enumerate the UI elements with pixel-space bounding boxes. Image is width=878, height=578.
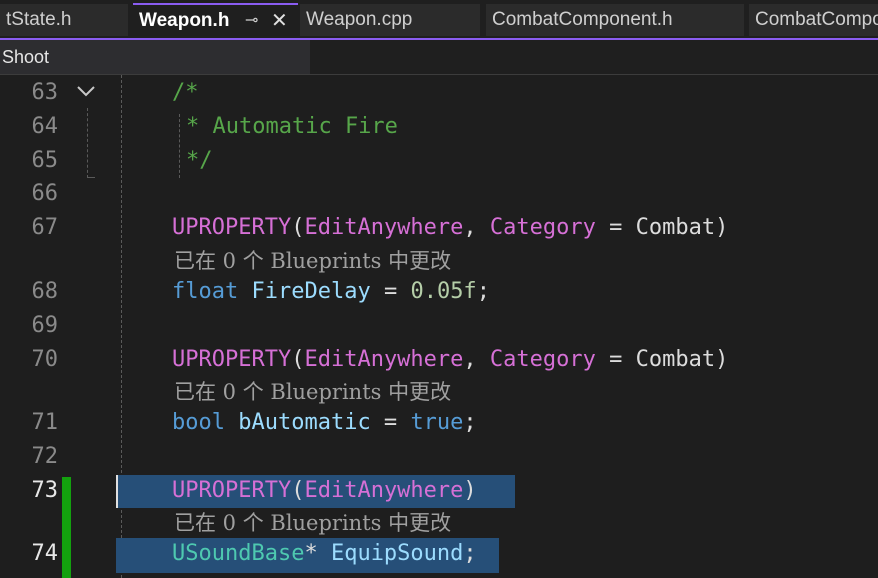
comment-text: * Automatic Fire (186, 114, 398, 139)
specifier: EditAnywhere (304, 215, 464, 240)
tab-combatcomponent-h[interactable]: CombatComponent.h (486, 4, 744, 36)
code-line-67[interactable]: UPROPERTY(EditAnywhere, Category = Comba… (172, 211, 728, 245)
code-line-70[interactable]: UPROPERTY(EditAnywhere, Category = Comba… (172, 343, 728, 377)
line-number: 74 (31, 541, 59, 566)
comma: , (463, 347, 490, 372)
changed-lines-marker (62, 477, 71, 578)
comment-guide (179, 114, 180, 178)
specifier: EditAnywhere (304, 347, 464, 372)
code-line-68[interactable]: float FireDelay = 0.05f; (172, 275, 490, 309)
macro-name: UPROPERTY (172, 478, 292, 503)
tab-label: Weapon.h (139, 10, 230, 31)
member-name: bAutomatic (238, 410, 371, 435)
line-number: 72 (31, 444, 59, 469)
type-keyword: bool (172, 410, 225, 435)
member-name: EquipSound (330, 541, 464, 566)
tab-playerstate-h[interactable]: tState.h (0, 4, 128, 36)
semicolon: ; (476, 279, 490, 304)
project-scope-dropdown[interactable]: Shoot (0, 40, 310, 74)
line-number: 63 (31, 80, 59, 105)
equals: = (370, 279, 411, 304)
blueprint-usage-hint[interactable]: 已在 0 个 Blueprints 中更改 (174, 508, 451, 538)
paren: ( (291, 347, 305, 372)
number-literal: 0.05f (410, 279, 477, 304)
line-number: 68 (31, 279, 59, 304)
category-value: Combat (635, 347, 716, 372)
member-name: FireDelay (251, 279, 371, 304)
code-line-64[interactable]: * Automatic Fire (186, 110, 398, 144)
line-number: 69 (31, 313, 59, 338)
equals: = (595, 215, 636, 240)
navigation-bar: Shoot (0, 40, 878, 75)
scope-label: Shoot (2, 47, 50, 67)
code-line-63[interactable]: /* (172, 76, 199, 110)
line-number: 66 (31, 181, 59, 206)
code-line-73[interactable]: UPROPERTY(EditAnywhere) (172, 474, 477, 508)
paren: ) (715, 215, 729, 240)
paren: ) (715, 347, 729, 372)
code-line-65[interactable]: */ (186, 144, 213, 178)
fold-guide (87, 108, 88, 178)
tab-label: CombatCompo (755, 9, 878, 30)
fold-guide-end (87, 177, 95, 178)
category-value: Combat (635, 215, 716, 240)
type-name: USoundBase (172, 541, 305, 566)
comment-text: */ (186, 148, 213, 173)
chevron-down-icon[interactable] (76, 84, 96, 98)
line-number: 73 (31, 478, 59, 503)
tab-label: Weapon.cpp (306, 9, 413, 30)
category-key: Category (489, 347, 596, 372)
line-number: 71 (31, 410, 59, 435)
tab-label: CombatComponent.h (492, 9, 673, 30)
tab-label: tState.h (6, 9, 72, 30)
pointer-star: * (304, 541, 318, 566)
code-line-74[interactable]: USoundBase* EquipSound; (172, 537, 477, 571)
close-icon[interactable]: ✕ (271, 5, 288, 37)
paren: ( (291, 478, 305, 503)
comment-text: /* (172, 80, 199, 105)
paren: ) (463, 478, 477, 503)
category-key: Category (489, 215, 596, 240)
tab-weapon-h[interactable]: Weapon.h ⊸ ✕ (133, 3, 298, 37)
line-number: 64 (31, 114, 59, 139)
semicolon: ; (463, 541, 477, 566)
blueprint-usage-hint[interactable]: 已在 0 个 Blueprints 中更改 (174, 377, 451, 407)
specifier: EditAnywhere (304, 478, 464, 503)
comma: , (463, 215, 490, 240)
semicolon: ; (463, 410, 477, 435)
paren: ( (291, 215, 305, 240)
macro-name: UPROPERTY (172, 347, 292, 372)
pin-icon[interactable]: ⊸ (245, 5, 258, 37)
macro-name: UPROPERTY (172, 215, 292, 240)
text-cursor (116, 475, 118, 508)
equals: = (370, 410, 411, 435)
line-number: 65 (31, 148, 59, 173)
bool-literal: true (410, 410, 464, 435)
blueprint-usage-hint[interactable]: 已在 0 个 Blueprints 中更改 (174, 246, 451, 276)
equals: = (595, 347, 636, 372)
code-line-71[interactable]: bool bAutomatic = true; (172, 406, 477, 440)
line-number: 67 (31, 215, 59, 240)
type-keyword: float (172, 279, 239, 304)
tab-bar: tState.h Weapon.h ⊸ ✕ Weapon.cpp CombatC… (0, 0, 878, 40)
line-number: 70 (31, 347, 59, 372)
tab-combatcomponent-cpp[interactable]: CombatCompo (749, 4, 878, 36)
tab-weapon-cpp[interactable]: Weapon.cpp (300, 4, 480, 36)
